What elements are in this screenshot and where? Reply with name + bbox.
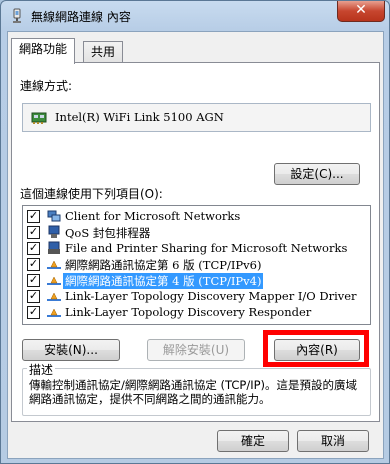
item-checkbox[interactable]: ✓ bbox=[27, 290, 40, 303]
item-label: Link-Layer Topology Discovery Responder bbox=[65, 305, 312, 319]
item-label: QoS 封包排程器 bbox=[65, 226, 151, 240]
item-checkbox[interactable]: ✓ bbox=[27, 210, 40, 223]
description-group: 描述 傳輸控制通訊協定/網際網路通訊協定 (TCP/IP)。這是預設的廣域網路通… bbox=[22, 361, 371, 416]
item-checkbox[interactable]: ✓ bbox=[27, 306, 40, 319]
item-label: Client for Microsoft Networks bbox=[65, 209, 241, 223]
adapter-name: Intel(R) WiFi Link 5100 AGN bbox=[55, 110, 224, 124]
red-highlight-box bbox=[263, 330, 369, 367]
list-item-selected[interactable]: ✓ 網際網路通訊協定第 4 版 (TCP/IPv4) bbox=[23, 272, 368, 289]
item-label: File and Printer Sharing for Microsoft N… bbox=[65, 241, 348, 255]
close-button[interactable]: ✕ bbox=[337, 1, 385, 22]
properties-window: 無線網路連線 內容 ✕ 網路功能 共用 連線方式: Intel(R) WiFi … bbox=[0, 0, 390, 464]
list-item[interactable]: ✓ Link-Layer Topology Discovery Responde… bbox=[23, 304, 368, 321]
dialog-body: 網路功能 共用 連線方式: Intel(R) WiFi Link 5100 AG… bbox=[7, 31, 384, 459]
list-item[interactable]: ✓ File and Printer Sharing for Microsoft… bbox=[23, 240, 368, 257]
adapter-box: Intel(R) WiFi Link 5100 AGN bbox=[22, 103, 371, 132]
protocol-icon bbox=[47, 308, 61, 317]
configure-button[interactable]: 設定(C)... bbox=[274, 163, 360, 185]
item-checkbox[interactable]: ✓ bbox=[27, 242, 40, 255]
protocol-icon bbox=[47, 276, 61, 285]
networking-panel: 連線方式: Intel(R) WiFi Link 5100 AGN 設定(C).… bbox=[11, 62, 380, 422]
list-item[interactable]: ✓ Client for Microsoft Networks bbox=[23, 208, 368, 225]
item-checkbox[interactable]: ✓ bbox=[27, 274, 40, 287]
window-title: 無線網路連線 內容 bbox=[31, 10, 131, 24]
item-label: 網際網路通訊協定第 6 版 (TCP/IPv6) bbox=[65, 258, 262, 272]
list-item[interactable]: ✓ Link-Layer Topology Discovery Mapper I… bbox=[23, 288, 368, 305]
title-bar[interactable]: 無線網路連線 內容 ✕ bbox=[1, 1, 389, 31]
items-list: ✓ Client for Microsoft Networks ✓ QoS 封包… bbox=[22, 205, 371, 325]
install-button[interactable]: 安裝(N)... bbox=[22, 339, 120, 361]
connect-using-label: 連線方式: bbox=[20, 79, 73, 93]
item-label: 網際網路通訊協定第 4 版 (TCP/IPv4) bbox=[63, 273, 264, 289]
protocol-icon bbox=[47, 292, 61, 301]
item-checkbox[interactable]: ✓ bbox=[27, 258, 40, 271]
tab-sharing[interactable]: 共用 bbox=[83, 41, 124, 63]
description-text: 傳輸控制通訊協定/網際網路通訊協定 (TCP/IP)。這是預設的廣域網路通訊協定… bbox=[29, 378, 358, 406]
printer-sharing-icon bbox=[48, 241, 60, 254]
items-label: 這個連線使用下列項目(O): bbox=[20, 187, 163, 201]
network-client-icon bbox=[47, 210, 61, 222]
ok-button[interactable]: 確定 bbox=[217, 430, 289, 452]
item-label: Link-Layer Topology Discovery Mapper I/O… bbox=[65, 289, 357, 303]
uninstall-button[interactable]: 解除安裝(U) bbox=[147, 339, 245, 361]
item-checkbox[interactable]: ✓ bbox=[27, 226, 40, 239]
qos-scheduler-icon bbox=[48, 225, 60, 238]
tab-networking[interactable]: 網路功能 bbox=[11, 38, 76, 64]
cancel-button[interactable]: 取消 bbox=[297, 430, 369, 452]
description-label: 描述 bbox=[27, 361, 56, 378]
list-item[interactable]: ✓ 網際網路通訊協定第 6 版 (TCP/IPv6) bbox=[23, 256, 368, 273]
list-item[interactable]: ✓ QoS 封包排程器 bbox=[23, 224, 368, 241]
network-connection-icon bbox=[13, 8, 21, 23]
network-adapter-icon bbox=[31, 112, 47, 124]
protocol-icon bbox=[47, 260, 61, 269]
